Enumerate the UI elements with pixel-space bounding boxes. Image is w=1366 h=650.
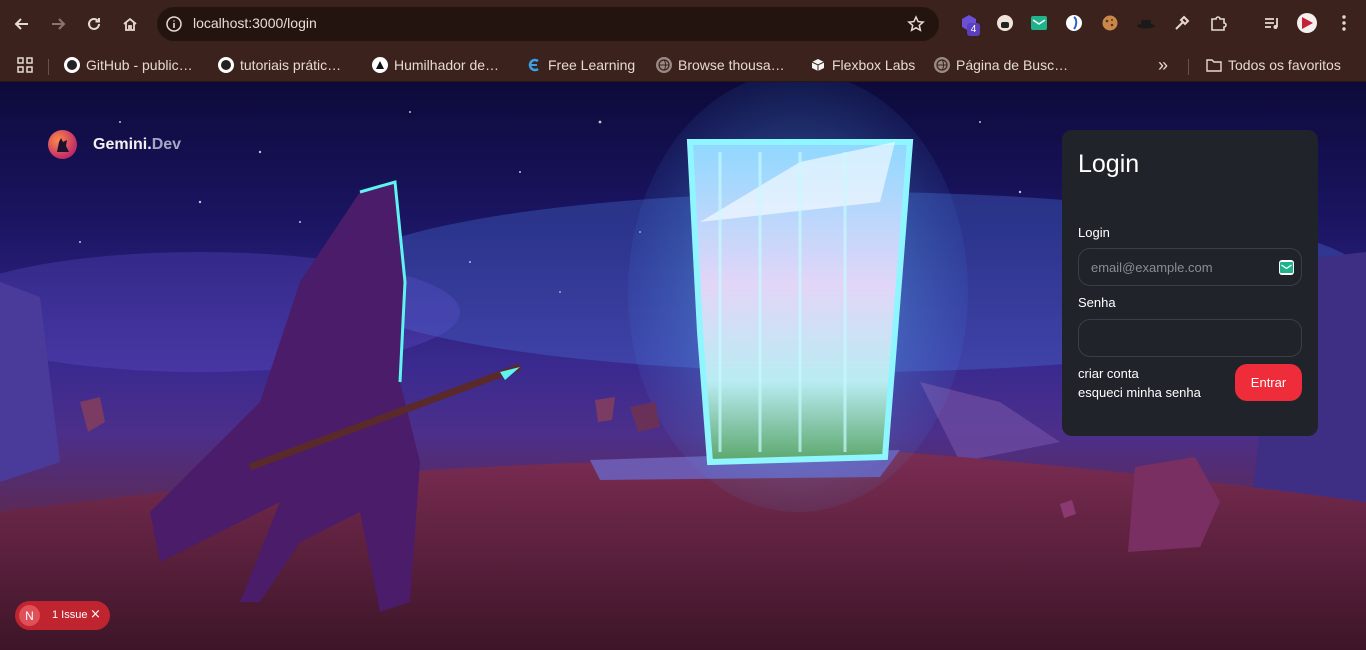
triangle-icon [372, 57, 388, 73]
close-icon[interactable]: × [90, 607, 101, 622]
bookmark-label: Browse thousa… [678, 57, 785, 73]
bookmark-item[interactable]: Browse thousa… [656, 54, 785, 76]
bookmark-item[interactable]: Humilhador de… [372, 54, 499, 76]
github-icon [64, 57, 80, 73]
bookmark-item[interactable]: Flexbox Labs [810, 54, 915, 76]
bookmark-label: Flexbox Labs [832, 57, 916, 73]
forward-button[interactable] [44, 10, 72, 38]
bookmark-label: Página de Busc… [956, 57, 1069, 73]
globe-icon [934, 57, 950, 73]
browser-toolbar: localhost:3000/login 4 [0, 0, 1366, 48]
extension-hat-icon[interactable] [1135, 12, 1157, 34]
home-icon [123, 17, 137, 31]
bookmark-label: Humilhador de… [394, 57, 500, 73]
eyedropper-icon[interactable] [1171, 12, 1193, 34]
all-bookmarks-label: Todos os favoritos [1228, 57, 1341, 73]
reload-icon [88, 17, 100, 30]
site-info-icon[interactable] [166, 16, 182, 32]
issue-count-text: 1 Issue [52, 609, 88, 621]
all-bookmarks-folder[interactable]: Todos os favoritos [1206, 54, 1341, 76]
reload-button[interactable] [80, 10, 108, 38]
cube-icon [810, 57, 826, 73]
free-learning-icon [526, 57, 542, 73]
globe-icon [656, 57, 672, 73]
apps-grid-icon[interactable] [17, 54, 33, 76]
brand-name-accent: Dev [151, 135, 182, 153]
login-card: Login Login Senha criar conta esqueci mi… [1062, 130, 1318, 436]
bookmarks-divider [1188, 59, 1189, 75]
back-arrow-icon [14, 18, 28, 30]
bookmark-item[interactable]: GitHub - public… [64, 54, 193, 76]
login-title: Login [1078, 150, 1140, 178]
back-button[interactable] [8, 10, 36, 38]
extension-face-icon[interactable] [994, 12, 1016, 34]
home-button[interactable] [116, 10, 144, 38]
wolf-logo-icon [48, 130, 77, 159]
extensions-puzzle-icon[interactable] [1207, 12, 1229, 34]
extension-hexagon-icon[interactable]: 4 [958, 12, 980, 36]
profile-avatar-icon[interactable] [1296, 12, 1318, 34]
bookmark-item[interactable]: Free Learning [526, 54, 635, 76]
extension-cookie-icon[interactable] [1099, 12, 1121, 34]
brand[interactable]: Gemini.Dev [48, 130, 181, 159]
folder-icon [1206, 57, 1222, 73]
bookmark-item[interactable]: tutoriais prátic… [218, 54, 341, 76]
github-icon [218, 57, 234, 73]
email-field-wrapper [1078, 248, 1302, 286]
extension-badge: 4 [967, 23, 980, 36]
email-input[interactable] [1091, 258, 1271, 276]
password-label: Senha [1078, 295, 1116, 310]
address-bar[interactable]: localhost:3000/login [157, 7, 939, 41]
dev-issues-badge[interactable]: N 1 Issue × [15, 601, 110, 630]
email-label: Login [1078, 225, 1110, 240]
browser-menu-icon[interactable] [1333, 12, 1355, 34]
forgot-password-link[interactable]: esqueci minha senha [1078, 383, 1201, 402]
bookmarks-bar: GitHub - public… tutoriais prátic… Humil… [0, 48, 1366, 82]
nextjs-logo-icon: N [19, 605, 40, 626]
bookmark-label: GitHub - public… [86, 57, 193, 73]
media-controls-icon[interactable] [1261, 12, 1283, 34]
forward-arrow-icon [52, 18, 66, 30]
more-bookmarks-chevron[interactable]: » [1158, 54, 1168, 76]
password-field-wrapper [1078, 319, 1302, 357]
extension-feather-icon[interactable] [1063, 12, 1085, 34]
submit-button[interactable]: Entrar [1235, 364, 1302, 401]
bookmarks-divider [48, 59, 49, 75]
url-text: localhost:3000/login [193, 15, 317, 31]
bookmark-label: tutoriais prátic… [240, 57, 342, 73]
mail-icon [1279, 260, 1294, 275]
extension-mail-icon[interactable] [1028, 12, 1050, 34]
bookmark-star-icon[interactable] [907, 15, 925, 33]
create-account-link[interactable]: criar conta [1078, 364, 1201, 383]
bookmark-item[interactable]: Página de Busc… [934, 54, 1068, 76]
brand-name-main: Gemini. [93, 135, 152, 153]
auth-links: criar conta esqueci minha senha [1078, 364, 1201, 402]
bookmark-label: Free Learning [548, 57, 636, 73]
brand-name: Gemini.Dev [93, 136, 181, 154]
password-input[interactable] [1091, 329, 1271, 347]
login-page: Gemini.Dev Login Login Senha criar conta… [0, 82, 1366, 650]
